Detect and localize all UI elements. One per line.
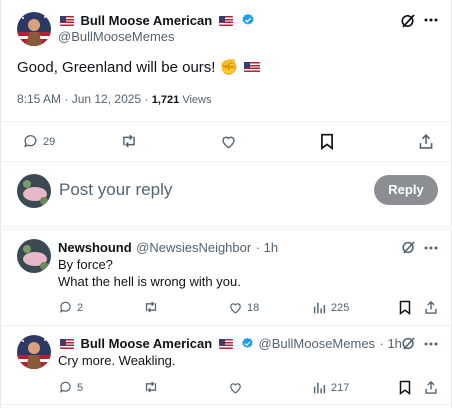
like-icon[interactable] bbox=[228, 381, 243, 394]
repost-icon[interactable] bbox=[143, 300, 159, 314]
reply-timestamp[interactable]: · 1h bbox=[256, 240, 278, 255]
post-text: Good, Greenland will be ours! ✊ bbox=[17, 58, 262, 76]
author-handle[interactable]: @BullMooseMemes bbox=[58, 29, 175, 44]
more-icon[interactable] bbox=[424, 246, 438, 250]
verified-badge-icon bbox=[242, 337, 253, 348]
repost-icon[interactable] bbox=[143, 380, 159, 394]
repost-icon[interactable] bbox=[120, 133, 138, 149]
reply-icon[interactable] bbox=[58, 380, 73, 394]
post-text-content: Good, Greenland will be ours! ✊ bbox=[17, 59, 239, 76]
reply-input[interactable]: Post your reply bbox=[59, 180, 172, 200]
bookmark-icon[interactable] bbox=[399, 300, 411, 315]
grok-icon[interactable] bbox=[401, 336, 416, 351]
bookmark-icon[interactable] bbox=[399, 380, 411, 395]
reply-button[interactable]: Reply bbox=[374, 175, 438, 205]
reply-text-line: What the hell is wrong with you. bbox=[58, 274, 241, 289]
divider bbox=[1, 121, 452, 122]
views-label: Views bbox=[179, 94, 212, 106]
divider bbox=[1, 225, 452, 231]
share-icon[interactable] bbox=[418, 133, 434, 150]
views-icon[interactable] bbox=[313, 381, 326, 394]
avatar[interactable] bbox=[17, 12, 51, 46]
avatar bbox=[17, 174, 51, 208]
post-meta: 8:15 AM · Jun 12, 2025 · 1,721 Views bbox=[17, 92, 211, 106]
more-icon[interactable] bbox=[424, 18, 438, 22]
reply-timestamp[interactable]: · 1h bbox=[380, 336, 402, 351]
views-count: 217 bbox=[331, 382, 350, 394]
us-flag-icon bbox=[218, 16, 233, 26]
reply-count: 5 bbox=[77, 382, 84, 394]
reply-count: 2 bbox=[77, 302, 84, 314]
reply-author-name[interactable]: Newshound bbox=[58, 240, 132, 255]
reply-count: 29 bbox=[43, 136, 56, 148]
more-icon[interactable] bbox=[424, 342, 438, 346]
divider bbox=[1, 161, 452, 162]
reply-text-line: By force? bbox=[58, 257, 113, 272]
reply-text-line: Cry more. Weakling. bbox=[58, 353, 176, 368]
share-icon[interactable] bbox=[424, 300, 438, 315]
divider bbox=[1, 325, 452, 326]
like-count: 18 bbox=[247, 302, 260, 314]
views-icon[interactable] bbox=[313, 301, 326, 314]
avatar[interactable] bbox=[17, 239, 51, 273]
verified-badge-icon bbox=[242, 13, 254, 25]
reply-author-handle[interactable]: @NewsiesNeighbor bbox=[136, 240, 251, 255]
reply-author-line: Newshound @NewsiesNeighbor · 1h bbox=[58, 239, 278, 257]
reply-author-handle[interactable]: @BullMooseMemes bbox=[259, 336, 376, 351]
reply-author-name[interactable]: Bull Moose American bbox=[80, 336, 212, 351]
like-icon[interactable] bbox=[228, 301, 243, 314]
us-flag-icon bbox=[60, 339, 74, 349]
us-flag-icon bbox=[244, 62, 261, 73]
grok-icon[interactable] bbox=[400, 13, 416, 29]
post-timestamp[interactable]: 8:15 AM · Jun 12, 2025 · bbox=[17, 92, 152, 106]
reply-author-line: Bull Moose American @BullMooseMemes · 1h bbox=[58, 335, 402, 353]
views-count: 1,721 bbox=[151, 94, 180, 106]
share-icon[interactable] bbox=[424, 380, 438, 395]
avatar[interactable] bbox=[17, 335, 51, 369]
like-icon[interactable] bbox=[220, 134, 237, 149]
reply-icon[interactable] bbox=[22, 133, 39, 149]
bookmark-icon[interactable] bbox=[320, 133, 334, 150]
us-flag-icon bbox=[60, 16, 74, 26]
us-flag-icon bbox=[218, 339, 233, 349]
views-count: 225 bbox=[331, 302, 350, 314]
author-line: Bull Moose American bbox=[58, 12, 255, 30]
post-thread: Bull Moose American @BullMooseMemes Good… bbox=[0, 0, 452, 408]
reply-icon[interactable] bbox=[58, 300, 73, 314]
divider bbox=[1, 404, 452, 405]
author-name[interactable]: Bull Moose American bbox=[80, 13, 212, 28]
grok-icon[interactable] bbox=[401, 240, 416, 255]
